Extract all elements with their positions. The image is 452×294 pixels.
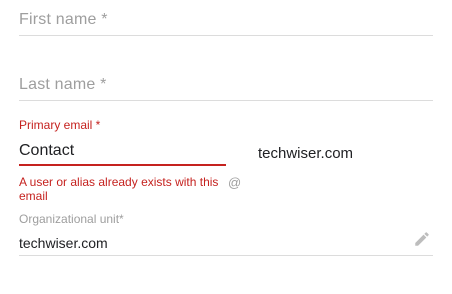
first-name-placeholder: First name * [19,11,108,28]
primary-email-label: Primary email * [19,118,101,132]
primary-email-field[interactable]: Contact [19,138,226,166]
last-name-field[interactable]: Last name * [19,65,433,101]
org-unit-field[interactable]: techwiser.com [19,228,433,256]
org-unit-label: Organizational unit* [19,212,124,226]
pencil-icon[interactable] [413,230,431,248]
first-name-field[interactable]: First name * [19,0,433,36]
email-domain[interactable]: techwiser.com [258,145,353,162]
at-icon: @ [228,175,242,190]
first-name-underline [19,35,433,36]
org-unit-underline [19,255,433,256]
primary-email-value: Contact [19,142,75,159]
last-name-placeholder: Last name * [19,76,107,93]
last-name-underline [19,100,433,101]
org-unit-value: techwiser.com [19,235,108,251]
primary-email-underline [19,164,226,166]
email-error-message: A user or alias already exists with this… [19,175,219,203]
